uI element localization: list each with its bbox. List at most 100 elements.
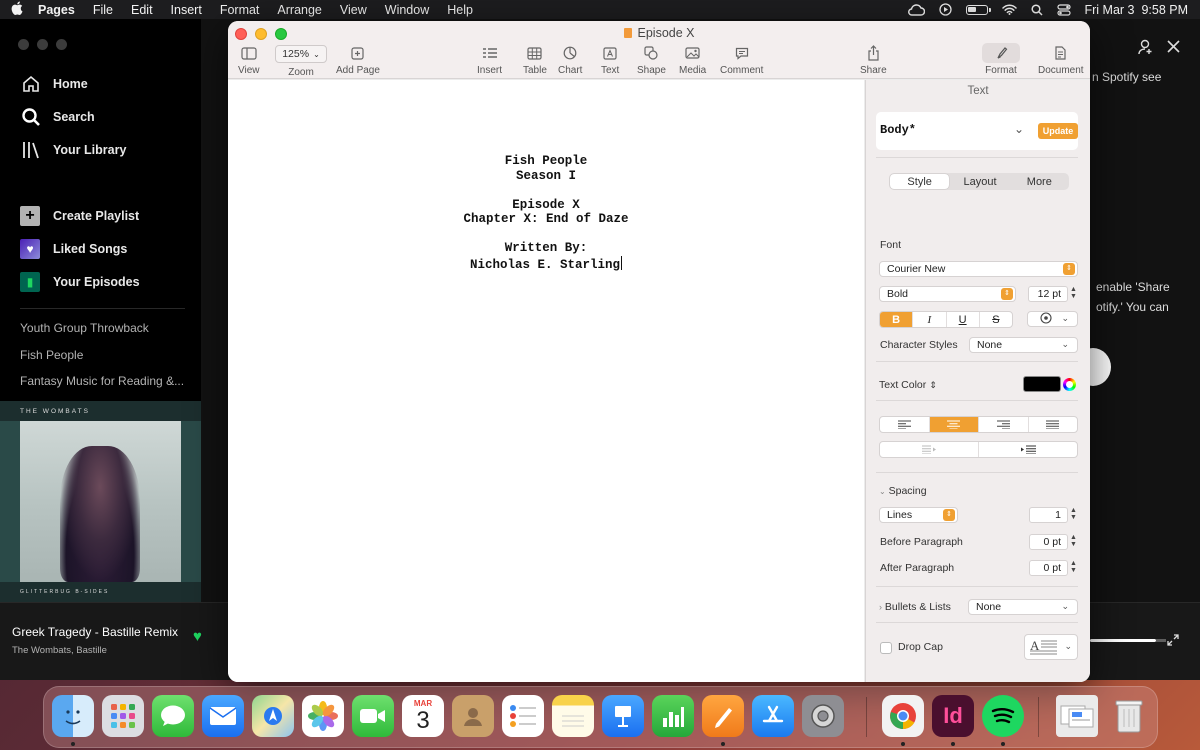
spacing-mode-popup[interactable]: Lines ⇕ [879,507,958,523]
calendar-icon[interactable]: MAR 3 [402,695,444,737]
liked-heart-icon[interactable]: ♥ [193,628,202,645]
shape-button[interactable]: Shape [637,43,666,76]
play-icon[interactable] [938,3,952,17]
spacing-section[interactable]: ⌄ Spacing [879,485,927,497]
align-right-button[interactable] [978,417,1028,432]
text-color-well[interactable] [1023,376,1061,392]
document-canvas[interactable]: Fish People Season I Episode X Chapter X… [228,80,864,682]
text-options-popup[interactable]: ⌄ [1027,311,1078,327]
justify-button[interactable] [1027,417,1078,432]
drop-cap-checkbox[interactable] [880,642,892,654]
fullscreen-icon[interactable] [1167,633,1179,651]
script-line-chapter[interactable]: Chapter X: End of Daze [228,212,864,227]
indesign-icon[interactable]: Id [932,695,974,737]
playlist-item[interactable]: Fantasy Music for Reading &... [20,368,185,395]
script-line-title[interactable]: Fish People [228,154,864,169]
creative-cloud-icon[interactable] [907,3,925,17]
menu-view[interactable]: View [331,3,376,17]
nav-home[interactable]: Home [20,67,195,100]
media-button[interactable]: Media [679,43,706,76]
bullets-popup[interactable]: None ⌄ [968,599,1078,615]
battery-icon[interactable] [965,3,991,17]
menu-arrange[interactable]: Arrange [268,3,330,17]
chevron-down-icon[interactable]: ⌄ [1014,122,1024,136]
font-size-stepper[interactable]: ▲ ▼ [1069,286,1078,302]
align-center-button[interactable] [928,417,978,432]
facetime-icon[interactable] [352,695,394,737]
spotlight-search-icon[interactable] [1030,3,1043,17]
menu-help[interactable]: Help [438,3,482,17]
character-styles-popup[interactable]: None ⌄ [969,337,1078,353]
line-spacing-stepper[interactable]: ▲ ▼ [1069,507,1078,523]
chrome-icon[interactable] [882,695,924,737]
mail-icon[interactable] [202,695,244,737]
your-episodes-button[interactable]: ▮ Your Episodes [20,265,195,298]
increase-indent-button[interactable] [978,442,1077,457]
title-page-text[interactable]: Fish People Season I Episode X Chapter X… [228,154,864,272]
after-paragraph-field[interactable]: 0 pt [1029,560,1068,576]
playlist-item[interactable]: Youth Group Throwback [20,315,185,342]
menu-window[interactable]: Window [376,3,438,17]
keynote-icon[interactable] [602,695,644,737]
decrease-indent-button[interactable] [880,442,978,457]
script-line-author[interactable]: Nicholas E. Starling [228,255,864,273]
pages-icon[interactable] [702,695,744,737]
menu-app-pages[interactable]: Pages [34,3,84,17]
zoom-dot[interactable] [56,39,67,50]
menu-file[interactable]: File [84,3,122,17]
tab-layout[interactable]: Layout [950,173,1009,190]
comment-button[interactable]: Comment [720,43,763,76]
menu-clock[interactable]: Fri Mar 3 9:58 PM [1085,3,1189,17]
contacts-icon[interactable] [452,695,494,737]
album-art-panel[interactable]: THE WOMBATS GLITTERBUG B-SIDES [0,401,201,602]
strikethrough-button[interactable]: S [978,312,1012,327]
numbers-icon[interactable] [652,695,694,737]
after-paragraph-stepper[interactable]: ▲ ▼ [1069,560,1078,576]
volume-slider[interactable] [1090,639,1166,642]
typeface-popup[interactable]: Bold ⇕ [879,286,1016,302]
finder-icon[interactable] [52,695,94,737]
font-family-popup[interactable]: Courier New ⇕ [879,261,1078,277]
messages-icon[interactable] [152,695,194,737]
system-settings-icon[interactable] [802,695,844,737]
table-button[interactable]: Table [523,43,547,76]
chart-button[interactable]: Chart [558,43,582,76]
playlist-item[interactable]: Fish People [20,342,185,369]
nav-library[interactable]: Your Library [20,133,195,166]
script-line-episode[interactable]: Episode X [228,198,864,213]
tab-style[interactable]: Style [890,174,950,189]
maps-icon[interactable] [252,695,294,737]
color-wheel-icon[interactable] [1063,378,1076,391]
drop-cap-style-popup[interactable]: A ⌄ [1024,634,1078,660]
insert-button[interactable]: Insert [477,43,502,76]
control-center-icon[interactable] [1056,3,1071,17]
trash-icon[interactable] [1108,695,1150,737]
before-paragraph-field[interactable]: 0 pt [1029,534,1068,550]
share-button[interactable]: Share [860,43,887,76]
tab-more[interactable]: More [1010,173,1069,190]
create-playlist-button[interactable]: + Create Playlist [20,199,195,232]
reminders-icon[interactable] [502,695,544,737]
close-dot[interactable] [18,39,29,50]
now-playing-artist[interactable]: The Wombats, Bastille [12,645,107,656]
bullets-section[interactable]: › Bullets & Lists [879,601,951,613]
text-color-label[interactable]: Text Color ⇕ [879,379,937,391]
paragraph-style-card[interactable]: Body* ⌄ Update [876,112,1078,150]
launchpad-icon[interactable] [102,695,144,737]
friend-activity-icon[interactable] [1138,39,1154,60]
font-size-field[interactable]: 12 pt [1028,286,1068,302]
text-button[interactable]: Text [601,43,619,76]
downloads-icon[interactable] [1056,695,1098,737]
nav-search[interactable]: Search [20,100,195,133]
format-button[interactable]: Format [982,43,1020,76]
menu-format[interactable]: Format [211,3,269,17]
align-left-button[interactable] [880,417,929,432]
view-button[interactable]: View [238,43,260,76]
zoom-popup[interactable]: 125% ⌄ [275,45,327,63]
document-button[interactable]: Document [1038,43,1084,76]
apple-menu-icon[interactable] [0,1,34,18]
update-style-button[interactable]: Update [1038,123,1078,139]
now-playing-title[interactable]: Greek Tragedy - Bastille Remix [12,625,178,639]
liked-songs-button[interactable]: ♥ Liked Songs [20,232,195,265]
wifi-icon[interactable] [1001,3,1017,17]
